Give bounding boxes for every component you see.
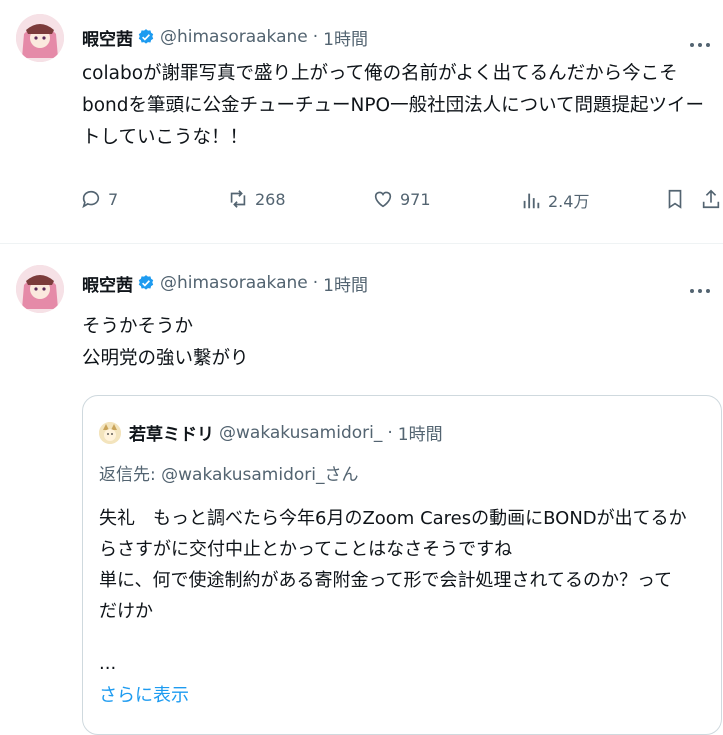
tweet-text: そうかそうか 公明党の強い繋がり	[82, 311, 712, 375]
quoted-tweet[interactable]: 若草ミドリ @wakakusamidori_ · 1時間 返信先: @wakak…	[82, 395, 722, 735]
share-icon	[702, 189, 720, 209]
separator: ·	[312, 273, 319, 293]
reply-icon	[82, 190, 100, 209]
handle[interactable]: @himasoraakane	[160, 27, 308, 47]
bookmark-button[interactable]	[664, 188, 692, 210]
quoted-text-line: 単に、何で使途制約がある寄附金って形で会計処理されてるのか？って	[99, 570, 673, 591]
views-button[interactable]: 2.4万	[520, 188, 589, 212]
more-options-icon[interactable]	[689, 280, 711, 293]
truncation-ellipsis: ...	[99, 653, 117, 674]
show-more-link[interactable]: さらに表示	[99, 681, 189, 707]
bookmark-icon	[668, 189, 682, 209]
tweet-actions: 7 268 971 2.4万	[80, 188, 723, 218]
quoted-avatar[interactable]	[99, 421, 121, 444]
timestamp[interactable]: 1時間	[323, 271, 368, 296]
retweet-icon	[230, 190, 246, 208]
avatar[interactable]	[16, 265, 64, 313]
more-options-icon[interactable]	[689, 34, 711, 47]
tweet-text-line: トしていこうな！！	[82, 127, 248, 148]
display-name[interactable]: 暇空茜	[82, 25, 133, 50]
retweet-button[interactable]: 268	[227, 188, 286, 210]
reply-button[interactable]: 7	[80, 188, 118, 210]
tweet-header: 暇空茜 @himasoraakane · 1時間	[82, 24, 368, 50]
retweet-count: 268	[255, 189, 286, 209]
quoted-tweet-text: 失礼 もっと調べたら今年6月のZoom Caresの動画にBONDが出てるか ら…	[99, 503, 687, 627]
replying-to-suffix: さん	[324, 465, 359, 485]
verified-badge-icon	[137, 274, 155, 292]
like-count: 971	[400, 189, 431, 209]
tweet-text-line: そうかそうか	[82, 316, 194, 337]
views-icon	[523, 193, 540, 209]
tweet-text-line: 公明党の強い繋がり	[82, 348, 249, 369]
share-button[interactable]	[700, 188, 723, 210]
quoted-text-line: らさすがに交付中止とかってことはなさそうですね	[99, 539, 513, 560]
tweet-text-line: colaboが謝罪写真で盛り上がって俺の名前がよく出てるんだから今こそ	[82, 63, 678, 84]
quoted-text-line: だけか	[99, 601, 153, 622]
heart-icon	[374, 191, 392, 208]
tweet-header: 暇空茜 @himasoraakane · 1時間	[82, 270, 368, 296]
avatar[interactable]	[16, 14, 64, 62]
separator: ·	[387, 422, 393, 443]
like-button[interactable]: 971	[372, 188, 431, 210]
tweet-text-line: bondを筆頭に公金チューチューNPO一般社団法人について問題提起ツイー	[82, 95, 705, 116]
handle[interactable]: @himasoraakane	[160, 273, 308, 293]
tweet-text: colaboが謝罪写真で盛り上がって俺の名前がよく出てるんだから今こそ bond…	[82, 58, 712, 154]
separator: ·	[312, 27, 319, 47]
replying-to-prefix: 返信先:	[99, 465, 162, 485]
quoted-display-name[interactable]: 若草ミドリ	[129, 420, 214, 445]
timestamp[interactable]: 1時間	[323, 25, 368, 50]
display-name[interactable]: 暇空茜	[82, 271, 133, 296]
reply-count: 7	[108, 189, 119, 209]
tweet[interactable]: 暇空茜 @himasoraakane · 1時間 そうかそうか 公明党の強い繋が…	[0, 243, 723, 735]
quoted-timestamp[interactable]: 1時間	[398, 420, 443, 445]
verified-badge-icon	[137, 28, 155, 46]
quoted-handle[interactable]: @wakakusamidori_	[219, 423, 382, 443]
tweet[interactable]: 暇空茜 @himasoraakane · 1時間 colaboが謝罪写真で盛り上…	[0, 0, 723, 244]
view-count: 2.4万	[548, 192, 590, 211]
quoted-text-line: 失礼 もっと調べたら今年6月のZoom Caresの動画にBONDが出てるか	[99, 508, 687, 529]
replying-to: 返信先: @wakakusamidori_さん	[99, 460, 358, 485]
quoted-tweet-header: 若草ミドリ @wakakusamidori_ · 1時間	[99, 420, 443, 445]
replying-to-handle[interactable]: @wakakusamidori_	[161, 465, 324, 485]
